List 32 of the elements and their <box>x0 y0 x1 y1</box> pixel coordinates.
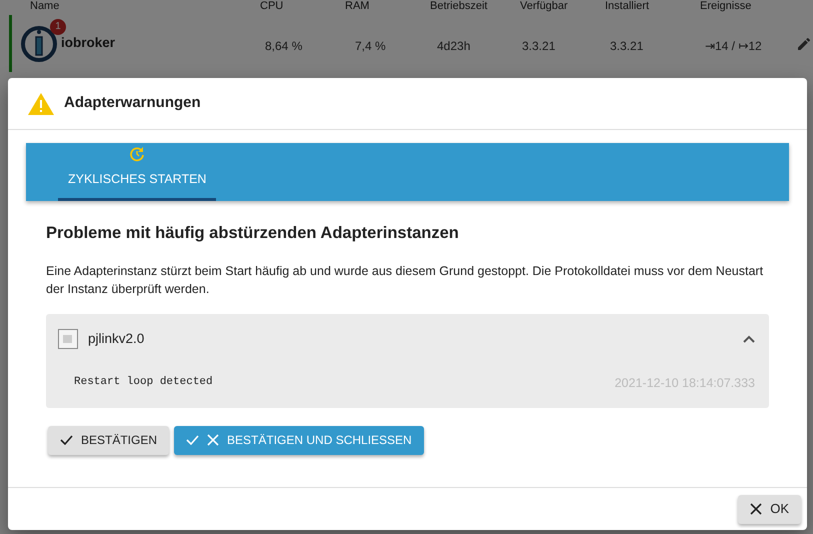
restart-clock-icon <box>129 146 146 162</box>
table-cell-text: 4d23h <box>437 38 470 55</box>
column-header: Installiert <box>605 1 650 12</box>
table-cell-text: 7,4 % <box>355 38 386 55</box>
ok-button[interactable]: OK <box>738 494 801 524</box>
description-text: Eine Adapterinstanz stürzt beim Start häufig ab und wurde aus diesem Grund gestoppt. Die Protokolldatei muss vor dem Neustart der Instanz überprüft werden. <box>46 262 764 298</box>
column-header: Name <box>30 1 60 12</box>
table-cell-text: 3.3.21 <box>522 38 556 55</box>
chevron-icon[interactable] <box>743 334 755 343</box>
close-icon <box>750 503 762 515</box>
column-header: RAM <box>345 1 370 12</box>
edit-icon[interactable] <box>796 36 812 52</box>
dialog-title: Adapterwarnungen <box>64 93 201 114</box>
column-header: Verfügbar <box>520 1 568 12</box>
adapter-name: pjlinkv2.0 <box>88 330 146 348</box>
check-icon <box>186 435 200 445</box>
instance-name: iobroker <box>61 34 116 52</box>
notification-badge: 1 <box>50 18 66 34</box>
confirm-button[interactable]: BESTÄTIGEN <box>48 426 170 454</box>
log-message: Restart loop detected <box>74 374 213 390</box>
close-icon <box>207 434 220 446</box>
column-header: Ereignisse <box>700 1 752 12</box>
table-cell-text: 3.3.21 <box>610 38 644 55</box>
check-icon <box>60 435 73 445</box>
table-cell-text: 8,64 % <box>265 38 302 55</box>
column-header: CPU <box>260 1 284 12</box>
logo-icon <box>20 24 58 62</box>
column-header: Betriebszeit <box>430 1 488 12</box>
warning-icon <box>28 92 54 114</box>
table-cell-text: ⇥14 / ↦12 <box>705 38 762 55</box>
section-heading: Probleme mit häufig abstürzenden Adapterinstanzen <box>46 223 460 244</box>
adapter-image-icon <box>58 328 78 349</box>
